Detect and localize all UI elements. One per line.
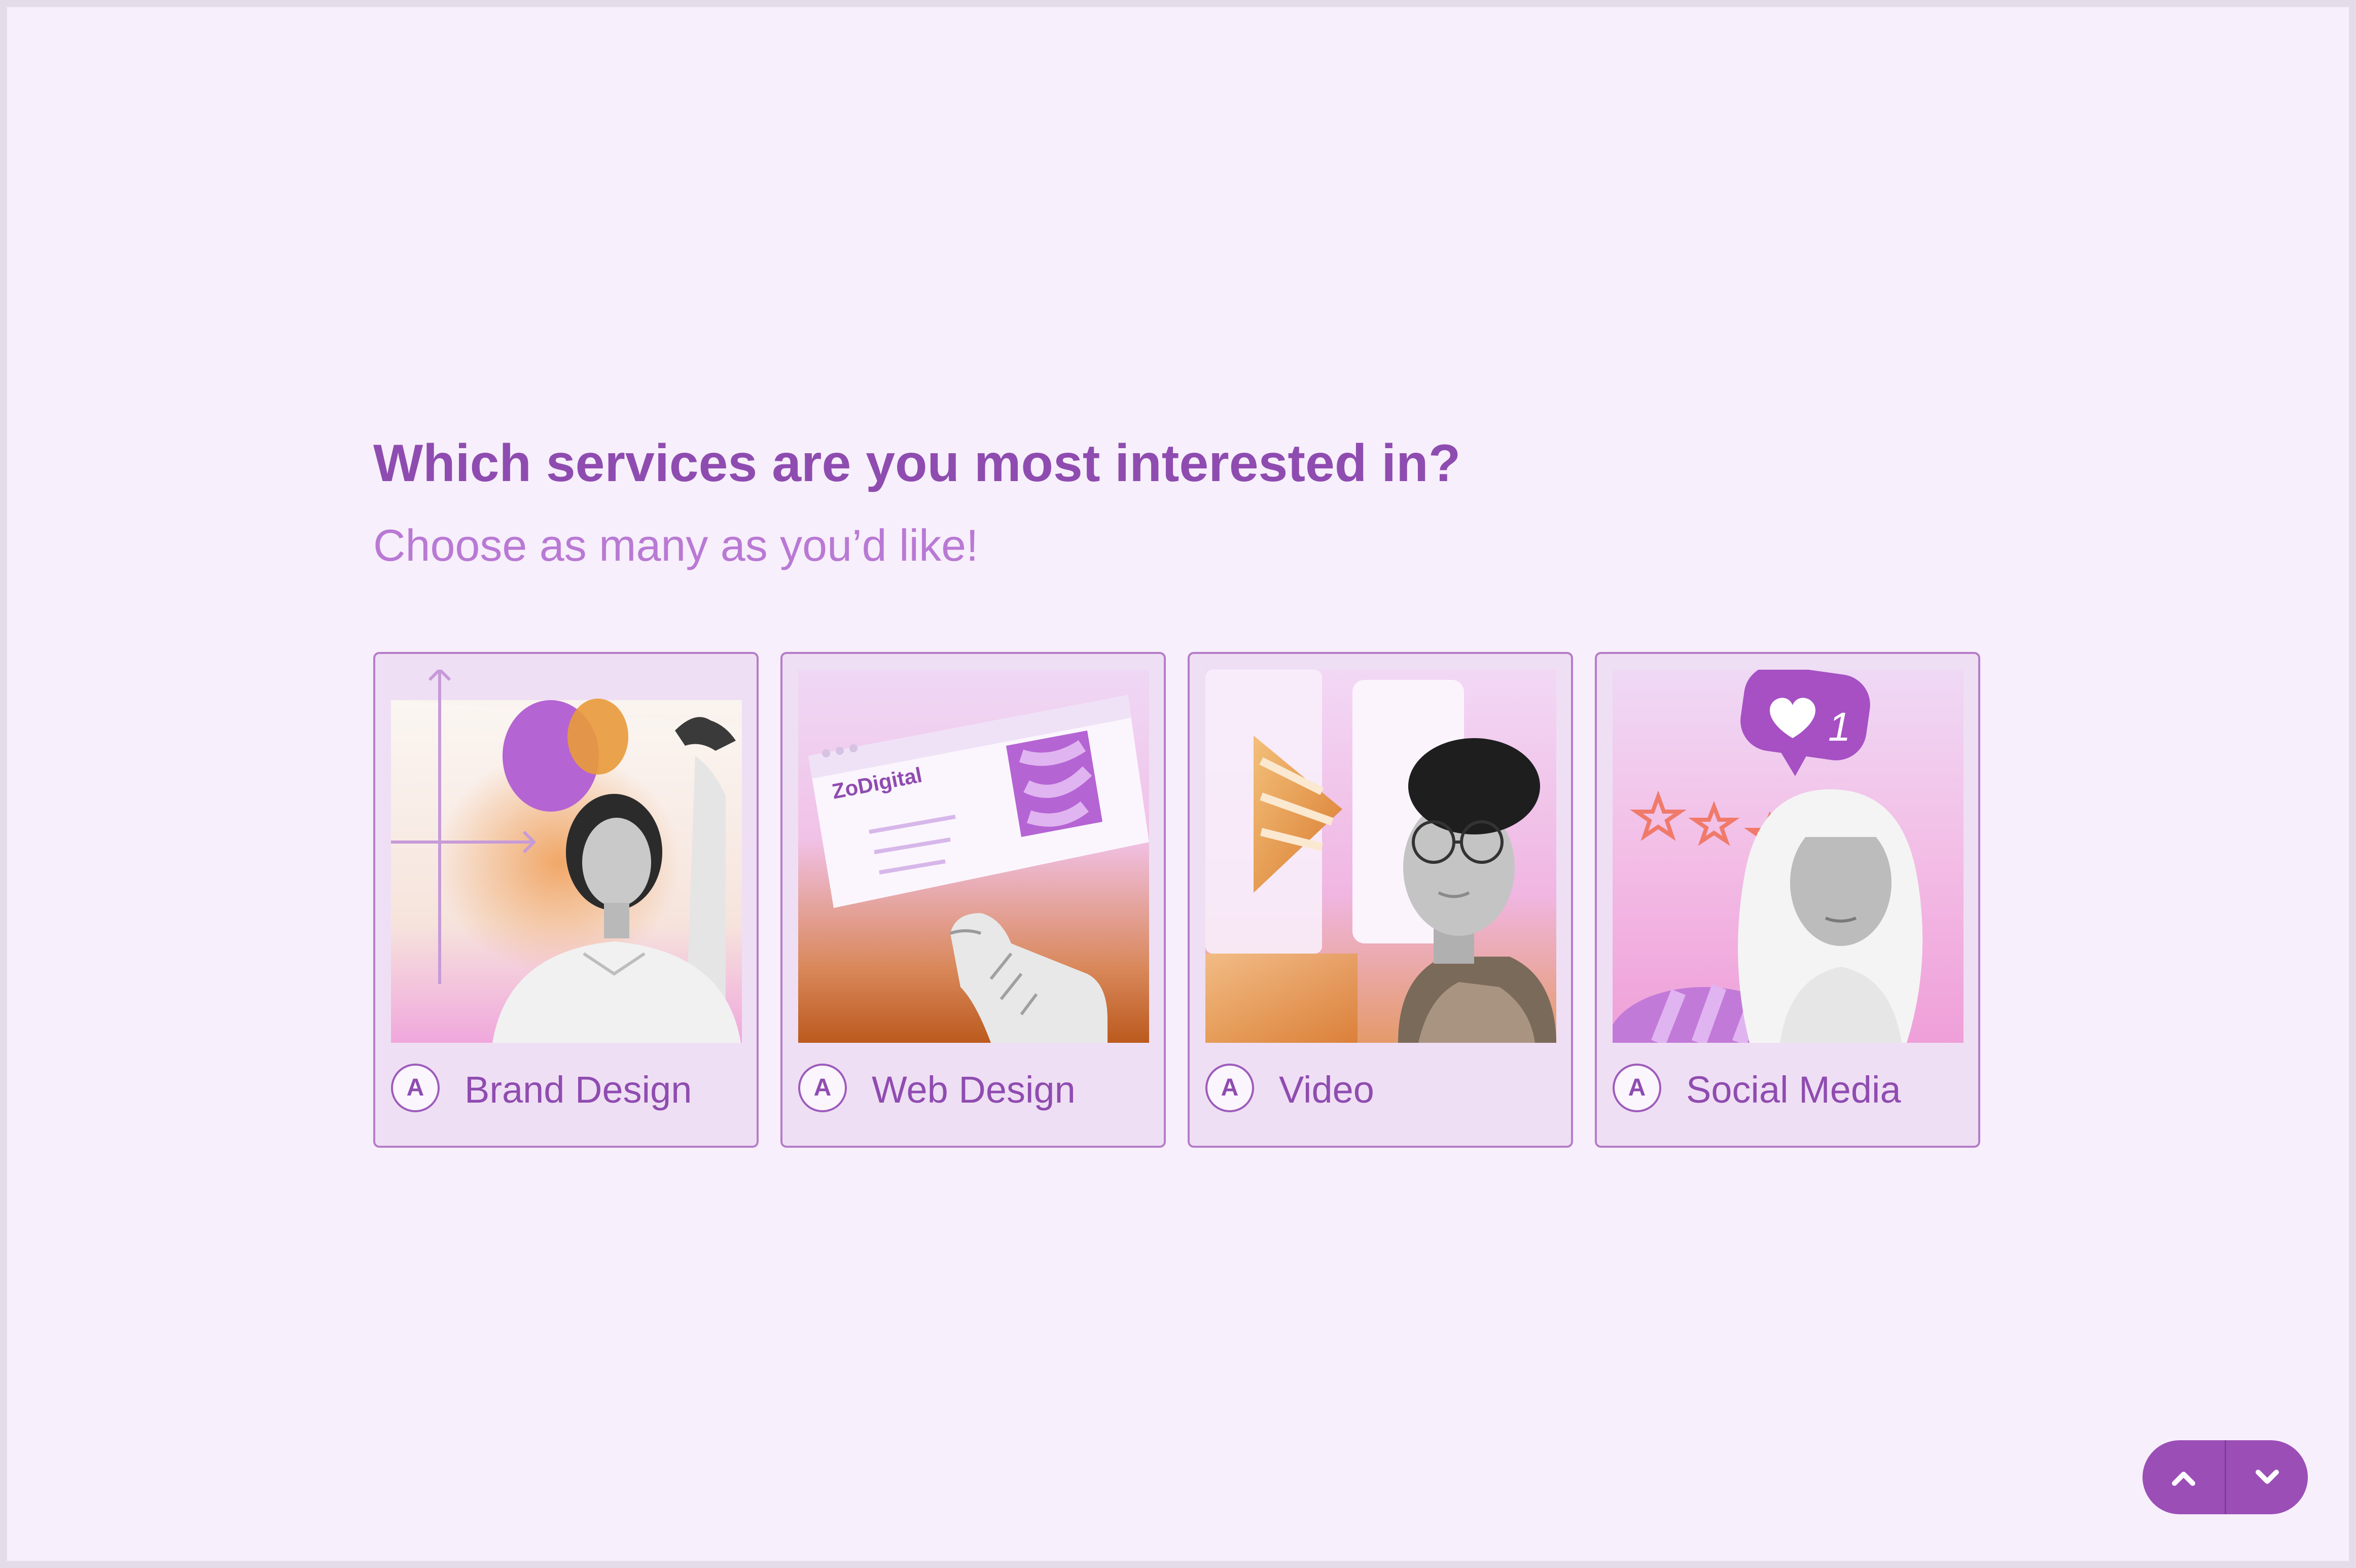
chevron-up-icon xyxy=(2172,1472,2195,1486)
choices-list: A Brand Design ZoDigital A Web Design A … xyxy=(373,652,1996,1154)
question-block: Which services are you most interested i… xyxy=(373,430,2047,573)
brand-design-illustration xyxy=(391,670,742,1043)
choice-label: Video xyxy=(1279,1069,1374,1111)
choice-footer: A Brand Design xyxy=(391,1060,741,1120)
choice-footer: A Social Media xyxy=(1613,1060,1962,1120)
choice-key-badge: A xyxy=(391,1064,440,1112)
next-question-button[interactable] xyxy=(2226,1440,2308,1514)
choice-footer: A Video xyxy=(1205,1060,1555,1120)
question-subtitle: Choose as many as you’d like! xyxy=(373,520,979,570)
choice-social-media[interactable]: 1 A Social Media xyxy=(1595,652,1980,1148)
web-design-illustration: ZoDigital xyxy=(798,670,1149,1043)
video-illustration xyxy=(1205,670,1556,1043)
choice-key-badge: A xyxy=(1613,1064,1661,1112)
choice-video[interactable]: A Video xyxy=(1188,652,1573,1148)
chevron-down-icon xyxy=(2256,1470,2279,1484)
choice-label: Web Design xyxy=(872,1069,1076,1111)
form-page: Which services are you most interested i… xyxy=(7,7,2349,1561)
choice-footer: A Web Design xyxy=(798,1060,1148,1120)
like-count: 1 xyxy=(1828,704,1851,749)
choice-label: Social Media xyxy=(1686,1069,1901,1111)
choice-key-badge: A xyxy=(1205,1064,1254,1112)
choice-brand-design[interactable]: A Brand Design xyxy=(373,652,759,1148)
social-media-illustration: 1 xyxy=(1613,670,1964,1043)
choice-label: Brand Design xyxy=(465,1069,692,1111)
question-navigation xyxy=(2143,1440,2308,1514)
previous-question-button[interactable] xyxy=(2143,1440,2225,1514)
choice-web-design[interactable]: ZoDigital A Web Design xyxy=(780,652,1166,1148)
choice-key-badge: A xyxy=(798,1064,847,1112)
question-title: Which services are you most interested i… xyxy=(373,434,1461,493)
